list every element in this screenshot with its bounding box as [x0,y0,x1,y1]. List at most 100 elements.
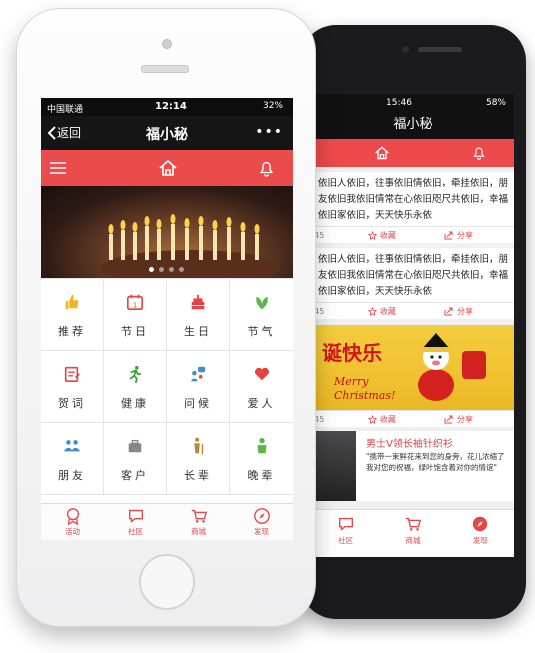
favorite-label: 收藏 [380,306,396,316]
iphone-screen: 中国联通 12:14 32% 返回 福小秘 ••• 推荐 1 节日 生日 节气 … [41,98,293,540]
feed-card[interactable]: 依旧人依旧，往事依旧情依旧，牵挂依旧，朋友依旧我依旧情常在心依旧咫尺共依旧，幸福… [312,172,514,243]
bottom-tabbar: 活动 社区 商城 发现 [41,503,293,540]
category-regards[interactable]: 问候 [167,351,230,423]
card-actions: 45 收藏 分享 [312,410,514,427]
front-camera [162,39,172,49]
thumbs-up-icon [65,294,79,310]
product-card[interactable]: 男士V领长袖针织衫 "携带一束鲜花来到您的身旁，花儿浓缩了我对您的祝福，绿叶饱含… [312,431,514,501]
menu-icon[interactable] [49,162,67,174]
carousel-dot[interactable] [159,267,164,272]
category-clients[interactable]: 客户 [104,423,167,495]
star-icon [368,306,377,316]
earpiece-speaker [141,65,189,73]
star-icon [368,230,377,240]
tab-activity[interactable]: 活动 [41,504,104,540]
banner-line2: Christmas! [334,389,396,402]
category-label: 健康 [121,397,149,410]
friends-icon [63,440,81,452]
category-festival[interactable]: 1 节日 [104,279,167,351]
status-battery: 58% [485,97,506,108]
gift-bag [462,351,486,379]
share-icon [444,231,453,239]
carousel-dot[interactable] [169,267,174,272]
bottom-tabbar: 社区 商城 发现 [312,509,514,557]
category-recommend[interactable]: 推荐 [41,279,104,351]
category-label: 问候 [184,397,212,410]
share-button[interactable]: 分享 [444,306,473,317]
tab-discover[interactable]: 发现 [447,510,514,557]
red-toolbar [41,150,293,186]
favorite-button[interactable]: 收藏 [368,306,396,317]
carousel-dot[interactable] [179,267,184,272]
banner-line1: Merry [334,375,369,388]
chat-bubble-icon [338,517,353,531]
tab-community[interactable]: 社区 [104,504,167,540]
category-label: 节气 [247,325,276,338]
badge-icon [66,508,79,525]
status-bar: 中国联通 12:14 32% [41,98,293,116]
tab-label: 活动 [65,527,80,536]
share-icon [444,415,453,423]
category-elders[interactable]: 长辈 [167,423,230,495]
chat-people-icon [190,366,206,382]
category-label: 朋友 [58,469,86,482]
carousel-dot[interactable] [149,267,154,272]
elder-icon [194,437,204,455]
cake-icon [191,294,205,310]
home-icon[interactable] [158,158,178,178]
status-carrier: 中国联通 [47,105,84,115]
favorite-button[interactable]: 收藏 [368,414,396,425]
home-icon[interactable] [374,145,390,161]
more-button[interactable]: ••• [255,124,283,140]
leaf-icon [255,296,268,310]
santa-illustration [418,333,454,401]
home-button[interactable] [139,554,195,610]
child-icon [257,437,266,454]
product-image [312,431,356,501]
christmas-banner[interactable]: 诞快乐 Merry Christmas! [312,325,514,410]
category-label: 生日 [184,325,212,338]
category-health[interactable]: 健康 [104,351,167,423]
app-title: 福小秘 [312,111,514,139]
category-lover[interactable]: 爱人 [230,351,293,423]
category-birthday[interactable]: 生日 [167,279,230,351]
heart-icon [254,367,269,381]
share-button[interactable]: 分享 [444,230,473,241]
card-actions: 45 收藏 分享 [312,226,514,243]
bell-icon[interactable] [472,145,486,160]
share-button[interactable]: 分享 [444,414,473,425]
tab-discover[interactable]: 发现 [230,504,293,540]
tab-label: 商城 [405,536,421,545]
feed-card[interactable]: 依旧人依旧，往事依旧情依旧，牵挂依旧，朋友依旧我依旧情常在心依旧咫尺共依旧，幸福… [312,248,514,319]
android-phone-frame: 15:46 58% 福小秘 依旧人依旧，往事依旧情依旧，牵挂依旧，朋友依旧我依旧… [300,25,526,619]
iphone-frame: 中国联通 12:14 32% 返回 福小秘 ••• 推荐 1 节日 生日 节气 … [16,8,316,627]
earpiece-speaker [418,47,462,52]
carousel-indicator[interactable] [149,267,184,272]
status-battery: 32% [262,101,283,111]
birthday-cake-photo [101,214,281,278]
category-friends[interactable]: 朋友 [41,423,104,495]
category-label: 节日 [121,325,149,338]
favorite-label: 收藏 [380,414,396,424]
runner-icon [129,365,142,383]
tab-shop[interactable]: 商城 [379,510,446,557]
tab-label: 社区 [128,527,143,536]
favorite-label: 收藏 [380,230,396,240]
card-text: 依旧人依旧，往事依旧情依旧，牵挂依旧，朋友依旧我依旧情常在心依旧咫尺共依旧，幸福… [318,178,509,221]
compass-icon [253,508,270,524]
category-label: 晚辈 [247,469,276,482]
category-juniors[interactable]: 晚辈 [230,423,293,495]
favorite-button[interactable]: 收藏 [368,230,396,241]
tab-community[interactable]: 社区 [312,510,379,557]
bell-icon[interactable] [258,159,275,177]
product-description: "携带一束鲜花来到您的身旁，花儿浓缩了我对您的祝福，绿叶饱含着对你的情谊" [366,452,505,472]
category-solar-term[interactable]: 节气 [230,279,293,351]
compass-icon [473,516,488,532]
hero-carousel[interactable] [41,186,293,278]
category-label: 客户 [121,469,149,482]
note-icon [64,366,80,383]
tab-shop[interactable]: 商城 [167,504,230,540]
cart-icon [191,509,207,523]
category-greeting-words[interactable]: 贺词 [41,351,104,423]
tab-label: 发现 [472,536,488,545]
